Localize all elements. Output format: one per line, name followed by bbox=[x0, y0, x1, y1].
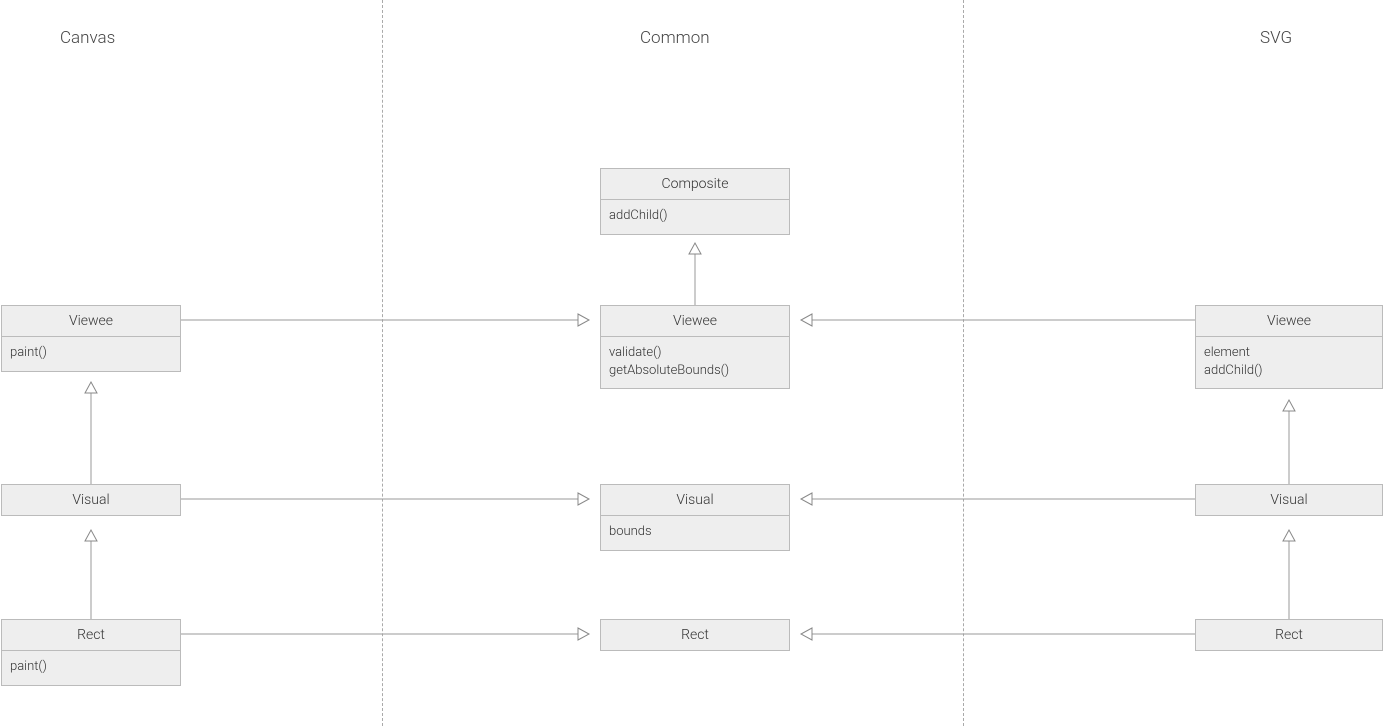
column-divider-2 bbox=[963, 0, 964, 726]
uml-box-body: paint() bbox=[2, 651, 180, 685]
uml-box-title: Rect bbox=[2, 620, 180, 651]
uml-member: addChild() bbox=[609, 207, 781, 225]
uml-member: validate() bbox=[609, 344, 781, 362]
uml-box-canvas-visual: Visual bbox=[1, 484, 181, 516]
column-title-svg: SVG bbox=[1260, 28, 1292, 48]
uml-box-body: paint() bbox=[2, 337, 180, 371]
column-title-canvas: Canvas bbox=[60, 28, 115, 48]
uml-box-common-viewee: Viewee validate() getAbsoluteBounds() bbox=[600, 305, 790, 389]
uml-box-title: Viewee bbox=[2, 306, 180, 337]
uml-box-composite: Composite addChild() bbox=[600, 168, 790, 235]
uml-box-title: Viewee bbox=[1196, 306, 1382, 337]
uml-box-title: Visual bbox=[1196, 485, 1382, 515]
uml-box-svg-rect: Rect bbox=[1195, 619, 1383, 651]
uml-box-title: Composite bbox=[601, 169, 789, 200]
uml-box-title: Rect bbox=[1196, 620, 1382, 650]
uml-box-common-rect: Rect bbox=[600, 619, 790, 651]
uml-box-body: validate() getAbsoluteBounds() bbox=[601, 337, 789, 388]
uml-box-common-visual: Visual bounds bbox=[600, 484, 790, 551]
uml-member: paint() bbox=[10, 344, 172, 362]
uml-member: bounds bbox=[609, 523, 781, 541]
uml-box-body: element addChild() bbox=[1196, 337, 1382, 388]
uml-box-canvas-viewee: Viewee paint() bbox=[1, 305, 181, 372]
uml-box-canvas-rect: Rect paint() bbox=[1, 619, 181, 686]
uml-box-title: Visual bbox=[601, 485, 789, 516]
uml-member: addChild() bbox=[1204, 362, 1374, 380]
uml-box-title: Rect bbox=[601, 620, 789, 650]
uml-member: paint() bbox=[10, 658, 172, 676]
column-title-common: Common bbox=[640, 28, 710, 48]
uml-member: element bbox=[1204, 344, 1374, 362]
uml-box-body: bounds bbox=[601, 516, 789, 550]
uml-box-body: addChild() bbox=[601, 200, 789, 234]
uml-box-svg-viewee: Viewee element addChild() bbox=[1195, 305, 1383, 389]
uml-box-title: Viewee bbox=[601, 306, 789, 337]
uml-box-svg-visual: Visual bbox=[1195, 484, 1383, 516]
column-divider-1 bbox=[382, 0, 383, 726]
uml-box-title: Visual bbox=[2, 485, 180, 515]
uml-member: getAbsoluteBounds() bbox=[609, 362, 781, 380]
